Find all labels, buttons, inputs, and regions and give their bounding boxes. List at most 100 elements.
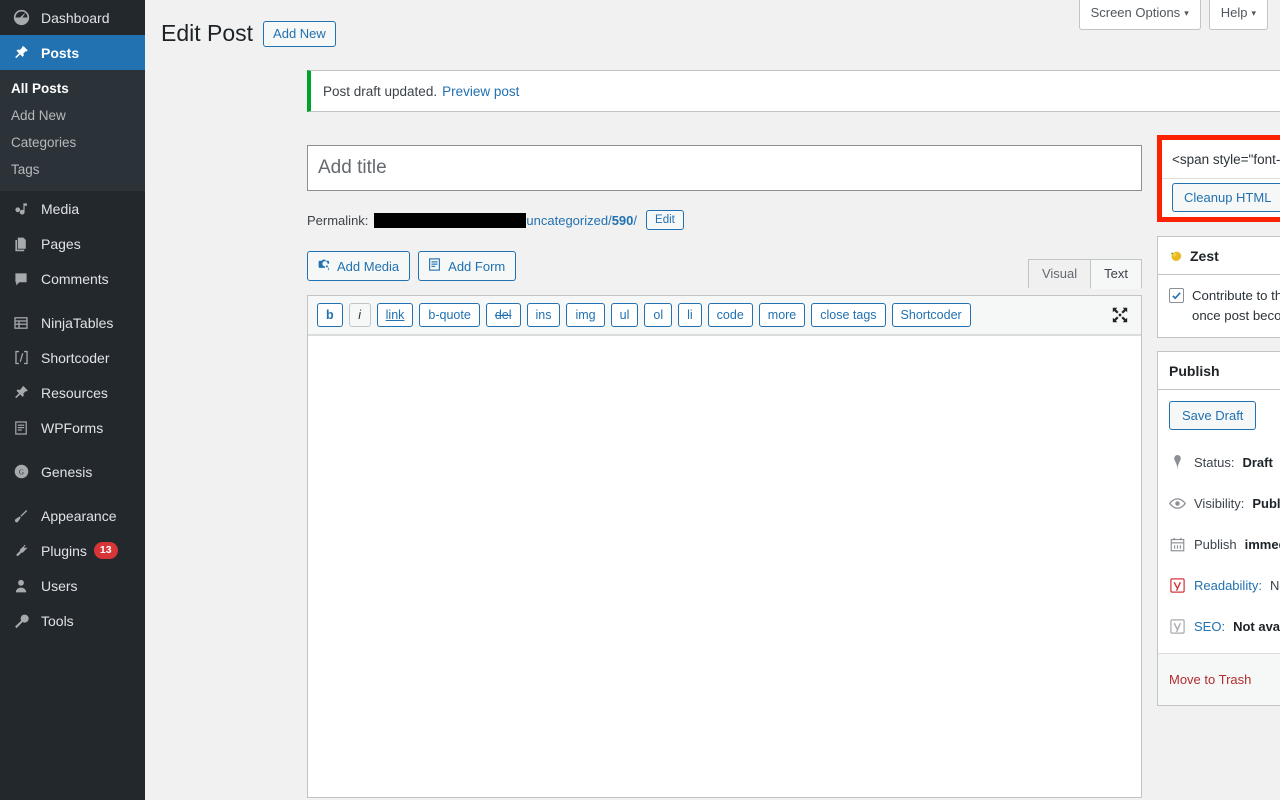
publish-sidebar: <span style="font-weight:400;" > Cleanup… (1157, 135, 1280, 719)
sidebar-item-ninjatables[interactable]: NinjaTables (0, 305, 145, 340)
permalink-path[interactable]: uncategorized/590/ (526, 213, 637, 228)
quicktag-li[interactable]: li (678, 303, 702, 327)
save-draft-button[interactable]: Save Draft (1169, 401, 1257, 430)
tab-text[interactable]: Text (1090, 259, 1142, 289)
add-form-button[interactable]: Add Form (418, 251, 517, 281)
visibility-value: Public (1252, 496, 1280, 511)
screen-meta-links: Screen Options ▾ Help ▾ (1078, 0, 1268, 30)
quicktag-ol[interactable]: ol (644, 303, 673, 327)
media-icon (10, 199, 32, 219)
user-icon (10, 576, 32, 596)
zest-metabox-title: Zest (1190, 247, 1219, 264)
quicktag-link[interactable]: link (376, 303, 414, 327)
status-value: Draft (1242, 455, 1273, 470)
move-to-trash-link[interactable]: Move to Trash (1169, 672, 1251, 687)
sidebar-item-comments[interactable]: Comments (0, 261, 145, 296)
permalink-redacted-domain (374, 212, 527, 228)
publish-footer: Move to Trash Publish (1158, 653, 1280, 705)
sidebar-subitem-all-posts[interactable]: All Posts (0, 75, 145, 102)
publish-row-status: Status: Draft Edit (1158, 442, 1280, 483)
add-new-button[interactable]: Add New (263, 20, 336, 47)
yoast-grey-icon (1169, 618, 1186, 635)
sidebar-item-users[interactable]: Users (0, 568, 145, 603)
help-button[interactable]: Help ▾ (1208, 0, 1268, 30)
notice-draft-updated: Post draft updated. Preview post (307, 70, 1280, 112)
sidebar-item-tools[interactable]: Tools (0, 603, 145, 638)
chevron-down-icon: ▾ (1184, 8, 1189, 18)
schedule-label: Publish (1194, 537, 1237, 552)
quicktag-ul[interactable]: ul (610, 303, 639, 327)
zest-metabox: Zest Contribute to the Zest community on… (1157, 236, 1280, 338)
comments-icon (10, 269, 32, 289)
quicktag-i[interactable]: i (348, 303, 371, 327)
readability-label[interactable]: Readability: (1194, 578, 1262, 593)
sidebar-divider (0, 445, 145, 454)
sidebar-divider (0, 489, 145, 498)
sidebar-item-resources[interactable]: Resources (0, 375, 145, 410)
sidebar-subitem-categories[interactable]: Categories (0, 129, 145, 156)
cleanup-html-button[interactable]: Cleanup HTML (1172, 183, 1280, 212)
screen-options-button[interactable]: Screen Options ▾ (1078, 0, 1201, 30)
zest-contribute-checkbox[interactable] (1169, 288, 1184, 303)
sidebar-item-dashboard[interactable]: Dashboard (0, 0, 145, 35)
genesis-icon: G (10, 462, 32, 482)
pin-icon (10, 383, 32, 403)
sidebar-item-wpforms[interactable]: WPForms (0, 410, 145, 445)
form-icon (427, 257, 442, 275)
sidebar-item-label: Genesis (41, 463, 93, 480)
yoast-red-icon (1169, 577, 1186, 594)
pin-icon (10, 43, 32, 63)
quicktag-more[interactable]: more (758, 303, 806, 327)
sidebar-item-pages[interactable]: Pages (0, 226, 145, 261)
add-form-label: Add Form (448, 258, 506, 274)
sidebar-item-genesis[interactable]: G Genesis (0, 454, 145, 489)
permalink-edit-button[interactable]: Edit (646, 210, 684, 230)
post-content-textarea[interactable] (308, 335, 1141, 797)
tab-visual[interactable]: Visual (1027, 259, 1092, 288)
plugins-update-badge: 13 (93, 542, 118, 559)
seo-value: Not available (1233, 619, 1280, 634)
quicktag-code[interactable]: code (707, 303, 753, 327)
quicktag-close-tags[interactable]: close tags (811, 303, 886, 327)
sidebar-item-label: Comments (41, 270, 109, 287)
quicktag-ins[interactable]: ins (526, 303, 561, 327)
sidebar-subitem-tags[interactable]: Tags (0, 156, 145, 183)
admin-sidebar: Dashboard Posts All Posts Add New Catego… (0, 0, 145, 800)
post-title-input[interactable] (307, 145, 1142, 191)
pin-marker-icon (1169, 454, 1186, 471)
status-label: Status: (1194, 455, 1235, 470)
sidebar-item-plugins[interactable]: Plugins 13 (0, 533, 145, 568)
chevron-down-icon: ▾ (1251, 8, 1256, 18)
permalink-label: Permalink: (307, 212, 369, 228)
sidebar-item-appearance[interactable]: Appearance (0, 498, 145, 533)
notice-text: Post draft updated. (323, 83, 438, 99)
permalink-id: 590 (611, 212, 634, 228)
sidebar-subitem-add-new[interactable]: Add New (0, 102, 145, 129)
quicktags-toolbar: b i link b-quote del ins img ul ol li co… (308, 296, 1141, 335)
quicktag-b[interactable]: b (317, 303, 343, 327)
publish-row-visibility: Visibility: Public Edit (1158, 483, 1280, 524)
main-content: Screen Options ▾ Help ▾ Edit Post Add New … (145, 0, 1280, 800)
preview-post-link[interactable]: Preview post (442, 84, 519, 99)
sidebar-item-label: Dashboard (41, 9, 110, 26)
add-media-button[interactable]: Add Media (307, 251, 411, 281)
publish-action-buttons: Save Draft Preview (1158, 390, 1280, 442)
seo-label[interactable]: SEO: (1194, 619, 1225, 634)
quicktag-del[interactable]: del (485, 303, 521, 327)
quicktag-img[interactable]: img (566, 303, 605, 327)
sidebar-item-label: Shortcoder (41, 349, 110, 366)
editor-mode-tabs: Visual Text (1027, 258, 1142, 289)
sidebar-item-posts[interactable]: Posts (0, 35, 145, 70)
quicktag-b-quote[interactable]: b-quote (419, 303, 480, 327)
visibility-label: Visibility: (1194, 496, 1245, 511)
publish-row-schedule: Publish immediately Edit (1158, 524, 1280, 565)
fullscreen-icon[interactable] (1111, 306, 1129, 324)
camera-icon (316, 257, 331, 275)
sidebar-item-media[interactable]: Media (0, 191, 145, 226)
sidebar-item-shortcoder[interactable]: Shortcoder (0, 340, 145, 375)
quicktag-shortcoder[interactable]: Shortcoder (891, 303, 971, 327)
calendar-icon (1169, 536, 1186, 553)
help-label: Help (1220, 5, 1248, 20)
lemon-icon (1169, 249, 1183, 263)
sidebar-divider (0, 296, 145, 305)
